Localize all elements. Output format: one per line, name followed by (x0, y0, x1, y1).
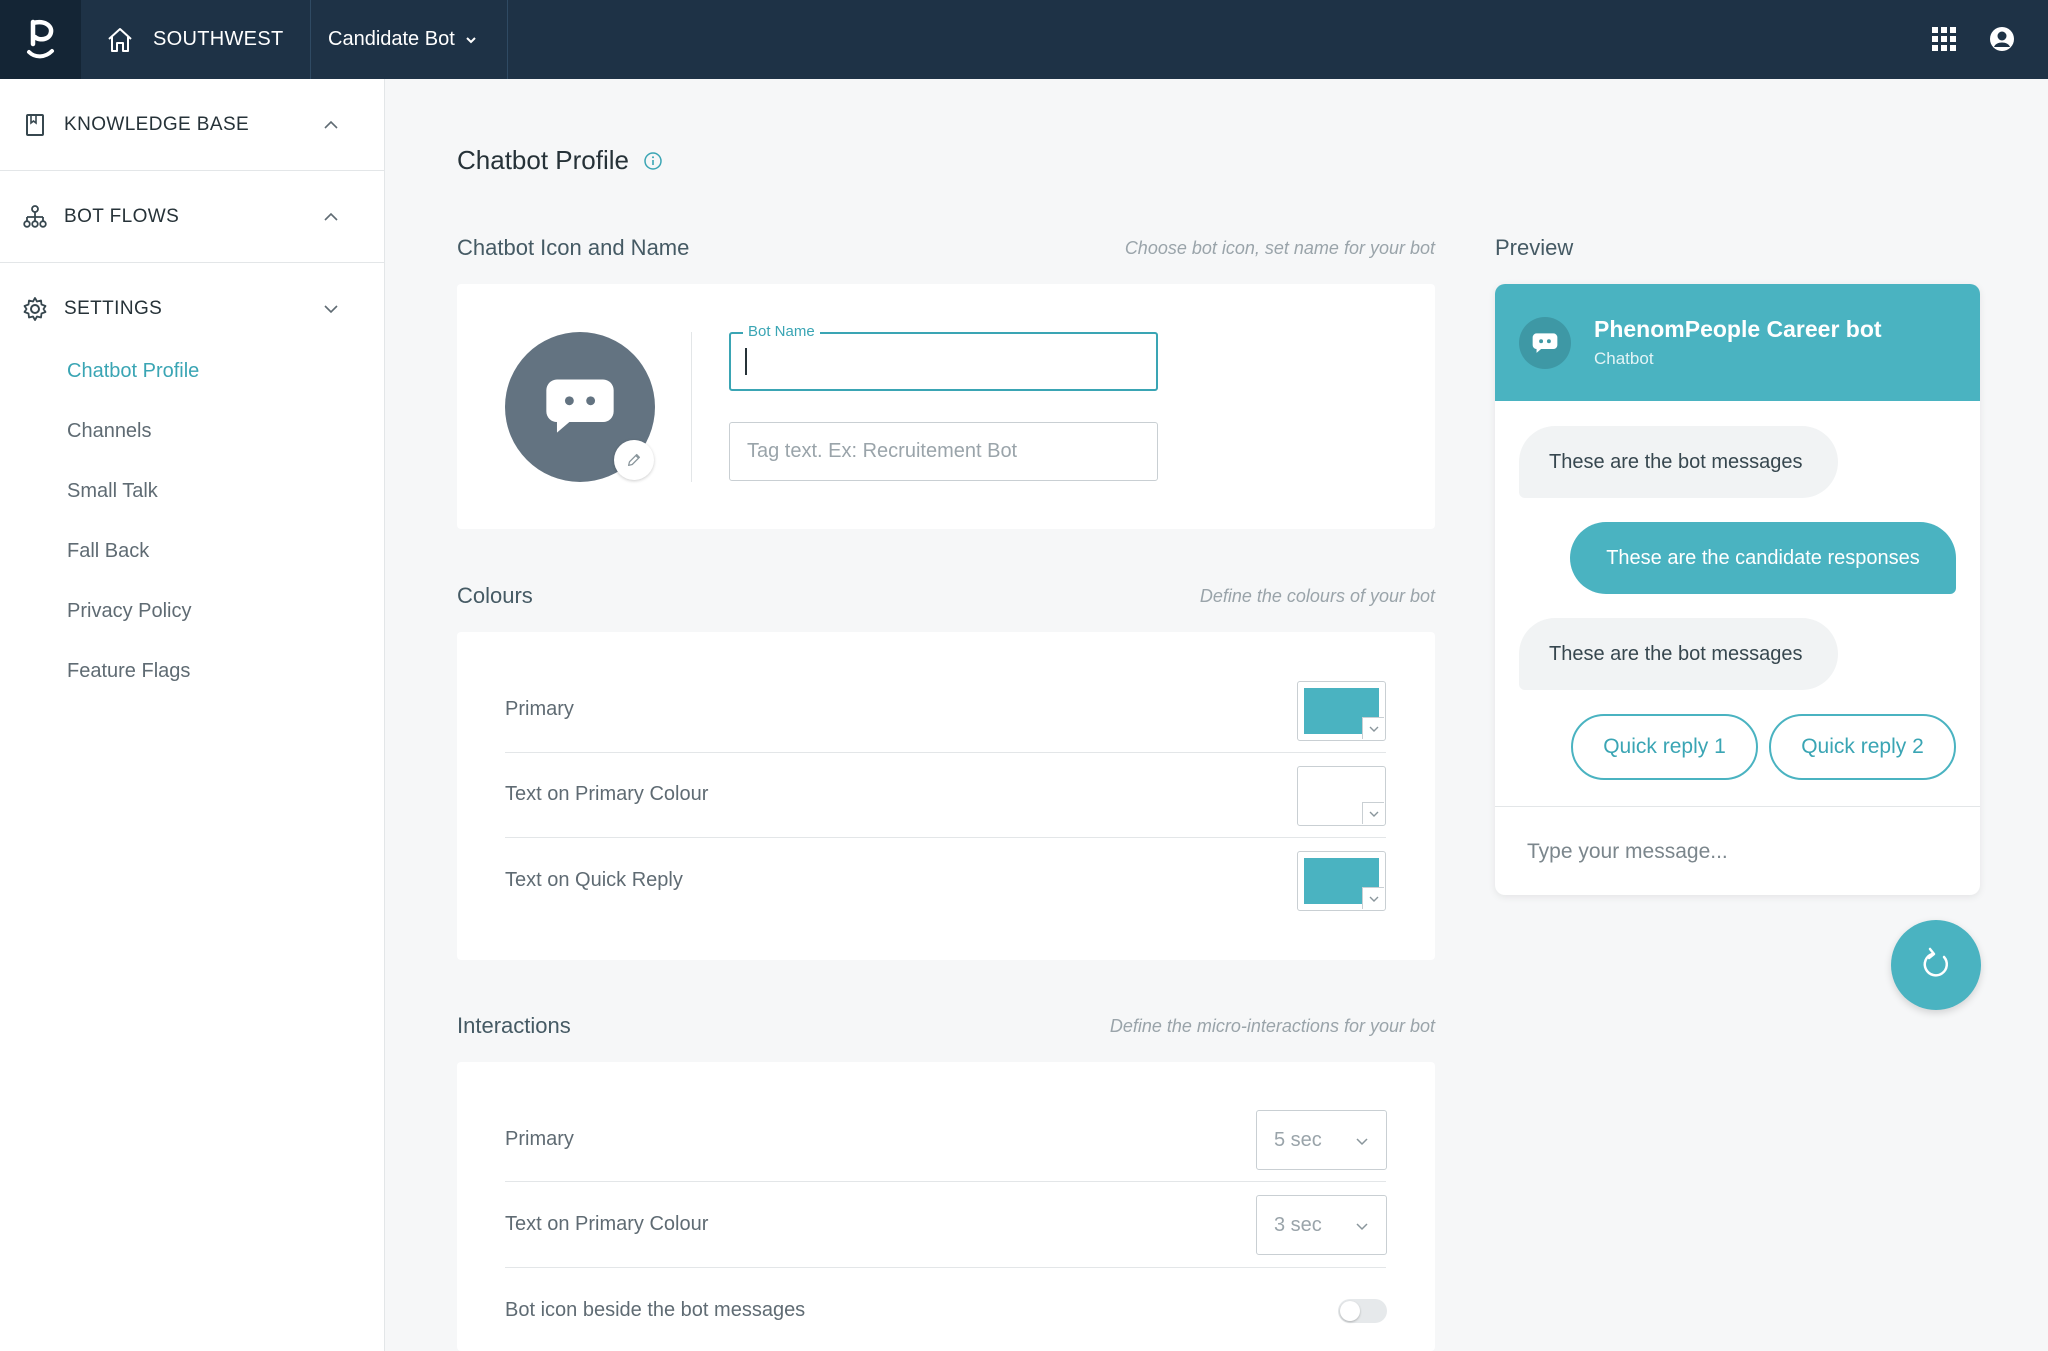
interaction-row-label: Text on Primary Colour (505, 1213, 709, 1235)
row-divider (505, 1267, 1386, 1268)
sidebar-section-knowledge-base[interactable]: KNOWLEDGE BASE (0, 79, 385, 171)
gear-icon (23, 297, 47, 321)
bot-name-label: Bot Name (743, 323, 820, 340)
chevron-up-icon (324, 212, 338, 221)
chat-preview-header: PhenomPeople Career bot Chatbot (1495, 284, 1980, 401)
interaction-row-label: Bot icon beside the bot messages (505, 1299, 806, 1321)
chevron-down-icon (1356, 1138, 1368, 1146)
text-on-primary-colour-picker[interactable] (1297, 766, 1386, 826)
bot-icon-toggle[interactable] (1338, 1299, 1387, 1323)
user-account-icon[interactable] (1988, 25, 2016, 53)
candidate-message: These are the candidate responses (1570, 522, 1956, 594)
section-hint-icon-name: Choose bot icon, set name for your bot (1124, 238, 1435, 258)
top-bar: SOUTHWEST Candidate Bot (0, 0, 2048, 79)
section-hint-colours: Define the colours of your bot (1199, 586, 1435, 606)
phenom-logo-icon (26, 19, 54, 58)
chevron-down-icon (1369, 726, 1378, 732)
row-divider (505, 752, 1386, 753)
page-title-text: Chatbot Profile (457, 145, 629, 175)
sidebar-item-privacy-policy[interactable]: Privacy Policy (67, 600, 191, 623)
chevron-up-icon (324, 120, 338, 129)
colour-row-label: Text on Quick Reply (505, 869, 683, 891)
sidebar-item-feature-flags[interactable]: Feature Flags (67, 660, 190, 683)
text-cursor (745, 348, 747, 375)
select-value: 3 sec (1274, 1213, 1322, 1236)
info-icon[interactable] (643, 151, 663, 171)
preview-bot-avatar (1519, 317, 1571, 369)
avatar-divider (691, 332, 692, 482)
toggle-knob (1340, 1301, 1360, 1321)
chevron-down-icon (1369, 811, 1378, 817)
org-name: SOUTHWEST (153, 28, 284, 50)
swatch-dropdown (1362, 802, 1384, 824)
refresh-preview-button[interactable] (1891, 920, 1981, 1010)
pencil-icon (627, 453, 641, 467)
book-icon (26, 113, 44, 136)
colour-row-label: Primary (505, 698, 574, 720)
sidebar-section-label: BOT FLOWS (64, 205, 180, 227)
row-divider (505, 837, 1386, 838)
text-on-primary-interaction-select[interactable]: 3 sec (1256, 1195, 1387, 1255)
chat-preview: PhenomPeople Career bot Chatbot These ar… (1495, 284, 1980, 895)
chat-bubble-icon (1532, 332, 1558, 353)
row-divider (505, 1181, 1386, 1182)
select-value: 5 sec (1274, 1128, 1322, 1151)
swatch-dropdown (1362, 717, 1384, 739)
home-icon (108, 27, 132, 52)
sidebar-item-fall-back[interactable]: Fall Back (67, 540, 149, 563)
tag-text-input[interactable] (729, 422, 1158, 481)
refresh-icon (1923, 947, 1949, 977)
chat-bubble-icon (546, 379, 614, 433)
sidebar-section-label: SETTINGS (64, 298, 163, 319)
text-on-quick-reply-colour-picker[interactable] (1297, 851, 1386, 911)
section-title-interactions: Interactions (457, 1013, 571, 1038)
colour-row-label: Text on Primary Colour (505, 783, 709, 805)
phenom-logo[interactable] (0, 0, 81, 79)
apps-grid-icon[interactable] (1930, 25, 1958, 53)
bot-message: These are the bot messages (1519, 618, 1839, 690)
chevron-down-icon (466, 36, 476, 43)
bot-selector-label: Candidate Bot (328, 28, 455, 50)
preview-bot-subtitle: Chatbot (1594, 349, 1654, 368)
chevron-down-icon (1356, 1223, 1368, 1231)
sidebar-item-small-talk[interactable]: Small Talk (67, 480, 158, 503)
primary-interaction-select[interactable]: 5 sec (1256, 1110, 1387, 1170)
home-org-button[interactable]: SOUTHWEST (81, 0, 312, 79)
section-title-icon-name: Chatbot Icon and Name (457, 235, 690, 260)
sidebar-item-chatbot-profile[interactable]: Chatbot Profile (67, 360, 199, 383)
sitemap-icon (23, 204, 47, 228)
interaction-row-label: Primary (505, 1128, 574, 1150)
page-title: Chatbot Profile (457, 145, 663, 176)
sidebar-section-label: KNOWLEDGE BASE (64, 113, 250, 135)
bot-selector-dropdown[interactable]: Candidate Bot (303, 0, 508, 79)
swatch-dropdown (1362, 887, 1384, 909)
edit-avatar-button[interactable] (614, 440, 654, 480)
bot-message: These are the bot messages (1519, 426, 1839, 498)
message-input-placeholder[interactable]: Type your message... (1527, 840, 1728, 864)
section-title-colours: Colours (457, 583, 533, 608)
quick-reply-button[interactable]: Quick reply 1 (1571, 714, 1758, 780)
preview-label: Preview (1495, 235, 1574, 260)
preview-divider (1495, 806, 1980, 807)
bot-name-field[interactable] (729, 332, 1158, 391)
chevron-down-icon (324, 305, 338, 314)
primary-colour-picker[interactable] (1297, 681, 1386, 741)
sidebar-item-channels[interactable]: Channels (67, 420, 152, 443)
sidebar-section-bot-flows[interactable]: BOT FLOWS (0, 171, 385, 263)
quick-reply-button[interactable]: Quick reply 2 (1769, 714, 1956, 780)
preview-bot-title: PhenomPeople Career bot (1594, 316, 1882, 342)
section-hint-interactions: Define the micro-interactions for your b… (1109, 1016, 1435, 1036)
sidebar: KNOWLEDGE BASE BOT FLOWS SETTINGS Chatbo… (0, 79, 385, 1351)
chevron-down-icon (1369, 896, 1378, 902)
sidebar-section-settings[interactable]: SETTINGS (0, 263, 385, 355)
